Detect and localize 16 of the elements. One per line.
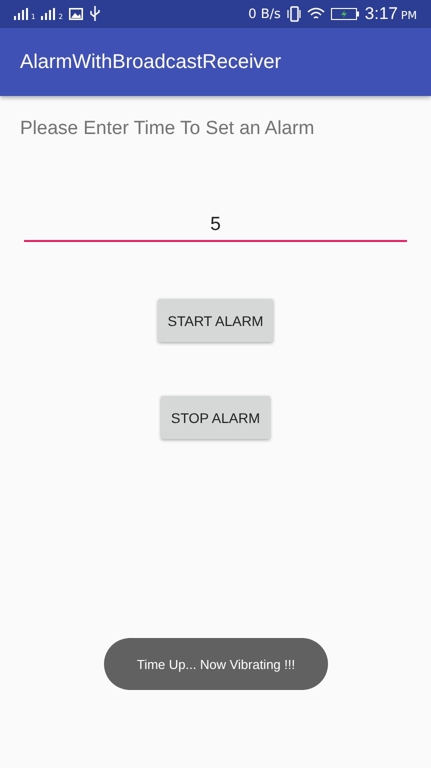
signal-icon	[14, 8, 28, 20]
stop-alarm-button[interactable]: STOP ALARM	[161, 396, 270, 439]
image-icon	[68, 8, 83, 20]
clock-meridiem: PM	[400, 9, 417, 22]
wifi-icon	[306, 7, 325, 21]
usb-icon	[88, 6, 101, 22]
network-speed: 0 B/s	[248, 6, 281, 22]
signal-icon	[41, 8, 56, 20]
time-input-field[interactable]: 5	[24, 210, 407, 242]
start-alarm-button[interactable]: START ALARM	[158, 299, 274, 342]
toast-message: Time Up... Now Vibrating !!!	[104, 638, 328, 690]
battery-charging-icon	[330, 8, 359, 20]
vibrate-icon	[286, 6, 301, 22]
clock-time: 3:17	[364, 4, 398, 24]
app-title: AlarmWithBroadcastReceiver	[20, 50, 282, 74]
prompt-label: Please Enter Time To Set an Alarm	[20, 118, 314, 140]
